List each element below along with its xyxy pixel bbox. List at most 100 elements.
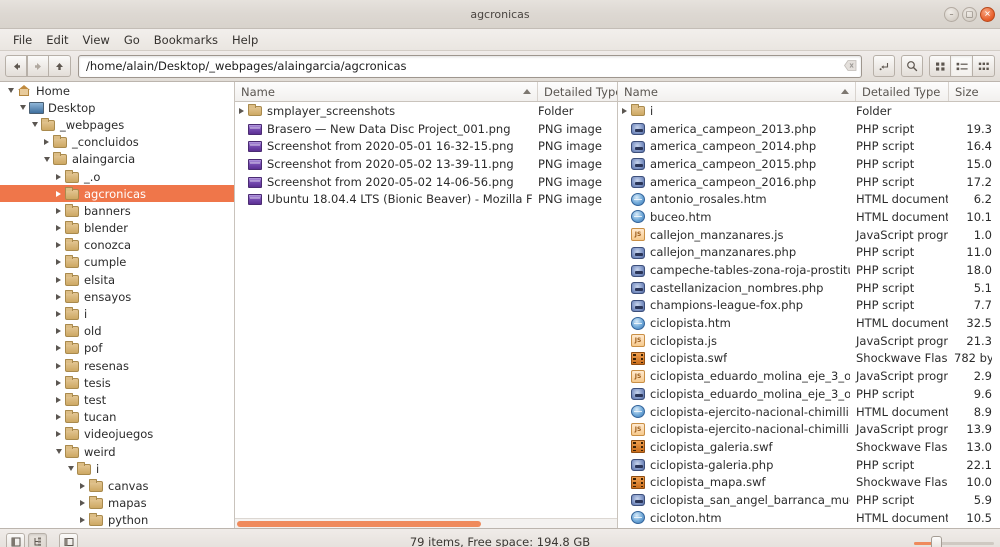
sidebar-item-banners[interactable]: banners bbox=[0, 202, 234, 219]
sidebar-item-blender[interactable]: blender bbox=[0, 220, 234, 237]
table-row[interactable]: ciclopista-ejercito-nacional-chimilli.ht… bbox=[618, 403, 1000, 421]
chevron-right-icon[interactable] bbox=[52, 431, 65, 438]
file-list-mid[interactable]: smplayer_screenshots Folder Brasero — New … bbox=[235, 102, 617, 518]
sidebar-item-canvas[interactable]: canvas bbox=[0, 477, 234, 494]
table-row[interactable]: buceo.htm HTML document 10.1 bbox=[618, 208, 1000, 226]
sidebar-item-resenas[interactable]: resenas bbox=[0, 357, 234, 374]
chevron-right-icon[interactable] bbox=[52, 293, 65, 300]
column-header-size-right[interactable]: Size bbox=[949, 82, 1000, 101]
table-row[interactable]: Ubuntu 18.04.4 LTS (Bionic Beaver) - Moz… bbox=[235, 190, 617, 208]
back-button[interactable] bbox=[5, 55, 27, 77]
sidebar-item-agcronicas[interactable]: agcronicas bbox=[0, 185, 234, 203]
table-row[interactable]: antonio_rosales.htm HTML document 6.2 bbox=[618, 190, 1000, 208]
zoom-slider[interactable] bbox=[914, 533, 994, 547]
chevron-right-icon[interactable] bbox=[52, 396, 65, 403]
column-header-type-right[interactable]: Detailed Type bbox=[856, 82, 949, 101]
chevron-down-icon[interactable] bbox=[64, 466, 77, 472]
table-row[interactable]: america_campeon_2016.php PHP script 17.2 bbox=[618, 173, 1000, 191]
table-row[interactable]: champions-league-fox.php PHP script 7.7 bbox=[618, 297, 1000, 315]
chevron-right-icon[interactable] bbox=[52, 328, 65, 335]
table-row[interactable]: ciclopista-galeria.php PHP script 22.1 bbox=[618, 456, 1000, 474]
chevron-down-icon[interactable] bbox=[16, 105, 29, 111]
menu-edit[interactable]: Edit bbox=[39, 31, 75, 49]
table-row[interactable]: america_campeon_2015.php PHP script 15.0 bbox=[618, 155, 1000, 173]
sidebar-item-videojuegos[interactable]: videojuegos bbox=[0, 426, 234, 443]
column-header-name-mid[interactable]: Name bbox=[235, 82, 538, 101]
sidebar-item-ensayos[interactable]: ensayos bbox=[0, 288, 234, 305]
chevron-down-icon[interactable] bbox=[40, 156, 53, 162]
sidebar-item-alaingarcia[interactable]: alaingarcia bbox=[0, 151, 234, 168]
clear-text-icon[interactable] bbox=[844, 59, 857, 73]
scrollbar-thumb[interactable] bbox=[237, 521, 482, 527]
sidebar-item-mapas[interactable]: mapas bbox=[0, 495, 234, 512]
table-row[interactable]: campeche-tables-zona-roja-prostitucio… PH… bbox=[618, 261, 1000, 279]
chevron-right-icon[interactable] bbox=[52, 276, 65, 283]
sidebar-item-cumple[interactable]: cumple bbox=[0, 254, 234, 271]
menu-file[interactable]: File bbox=[6, 31, 39, 49]
table-row[interactable]: JSciclopista_eduardo_molina_eje_3_orie…J… bbox=[618, 367, 1000, 385]
sidebar-item-elsita[interactable]: elsita bbox=[0, 271, 234, 288]
close-button[interactable]: ✕ bbox=[980, 7, 995, 22]
chevron-right-icon[interactable] bbox=[76, 500, 89, 507]
sidebar-item-desktop[interactable]: Desktop bbox=[0, 99, 234, 116]
table-row[interactable]: Brasero — New Data Disc Project_001.png P… bbox=[235, 120, 617, 138]
up-button[interactable] bbox=[49, 55, 71, 77]
icon-pane-button[interactable] bbox=[6, 532, 25, 547]
file-list-right[interactable]: i Folder america_campeon_2013.php PHP scrip… bbox=[618, 102, 1000, 528]
table-row[interactable]: ciclopista_san_angel_barranca_muerto… PHP… bbox=[618, 491, 1000, 509]
chevron-right-icon[interactable] bbox=[235, 107, 248, 114]
sidebar-item-i[interactable]: i bbox=[0, 460, 234, 477]
chevron-right-icon[interactable] bbox=[618, 107, 631, 114]
chevron-down-icon[interactable] bbox=[52, 449, 65, 455]
table-row[interactable]: ciclopista.htm HTML document 32.5 bbox=[618, 314, 1000, 332]
table-row[interactable]: america_campeon_2014.php PHP script 16.4 bbox=[618, 137, 1000, 155]
sidebar-item-home[interactable]: Home bbox=[0, 82, 234, 99]
chevron-right-icon[interactable] bbox=[76, 482, 89, 489]
sidebar-item-conozca[interactable]: conozca bbox=[0, 237, 234, 254]
table-row[interactable]: ciclopista.swf Shockwave Flash file 782 by bbox=[618, 350, 1000, 368]
compact-view-button[interactable] bbox=[973, 55, 995, 77]
sidebar-item-tucan[interactable]: tucan bbox=[0, 409, 234, 426]
chevron-right-icon[interactable] bbox=[52, 345, 65, 352]
location-input[interactable]: /home/alain/Desktop/_webpages/alaingarci… bbox=[86, 59, 844, 73]
chevron-right-icon[interactable] bbox=[52, 414, 65, 421]
sidebar-toggle-button[interactable] bbox=[59, 532, 78, 547]
table-row[interactable]: smplayer_screenshots Folder bbox=[235, 102, 617, 120]
sidebar-item-tesis[interactable]: tesis bbox=[0, 374, 234, 391]
table-row[interactable]: cicloton.htm HTML document 10.5 bbox=[618, 509, 1000, 527]
table-row[interactable]: castellanizacion_nombres.php PHP script 5.… bbox=[618, 279, 1000, 297]
sidebar-item-old[interactable]: old bbox=[0, 323, 234, 340]
column-header-name-right[interactable]: Name bbox=[618, 82, 856, 101]
table-row[interactable]: JS callejon_manzanares.js JavaScript progr… bbox=[618, 226, 1000, 244]
chevron-right-icon[interactable] bbox=[52, 173, 65, 180]
chevron-right-icon[interactable] bbox=[52, 311, 65, 318]
icon-view-button[interactable] bbox=[929, 55, 951, 77]
table-row[interactable]: i Folder bbox=[618, 102, 1000, 120]
menu-view[interactable]: View bbox=[76, 31, 117, 49]
sidebar-item-i[interactable]: i bbox=[0, 305, 234, 322]
search-button[interactable] bbox=[901, 55, 923, 77]
horizontal-scrollbar-mid[interactable] bbox=[235, 518, 617, 528]
chevron-down-icon[interactable] bbox=[4, 88, 17, 94]
sidebar-item-pof[interactable]: pof bbox=[0, 340, 234, 357]
toggle-location-entry-button[interactable] bbox=[873, 55, 895, 77]
zoom-slider-thumb[interactable] bbox=[931, 535, 942, 547]
tree-pane-button[interactable] bbox=[28, 532, 47, 547]
chevron-right-icon[interactable] bbox=[52, 190, 65, 197]
chevron-down-icon[interactable] bbox=[28, 122, 41, 128]
sidebar-item-test[interactable]: test bbox=[0, 391, 234, 408]
chevron-right-icon[interactable] bbox=[52, 259, 65, 266]
table-row[interactable]: JS ciclopista.js JavaScript program 21.3 bbox=[618, 332, 1000, 350]
sidebar-item--concluidos[interactable]: _concluidos bbox=[0, 134, 234, 151]
maximize-button[interactable]: □ bbox=[962, 7, 977, 22]
column-header-type-mid[interactable]: Detailed Type bbox=[538, 82, 617, 101]
sidebar-item-python[interactable]: python bbox=[0, 512, 234, 528]
table-row[interactable]: ciclopista_eduardo_molina_eje_3_orie… PHP… bbox=[618, 385, 1000, 403]
table-row[interactable]: ciclopista_galeria.swf Shockwave Flash fi… bbox=[618, 438, 1000, 456]
places-tree-sidebar[interactable]: Home Desktop _webpages _concluidos alaingarc… bbox=[0, 82, 235, 528]
table-row[interactable]: ciclopista_mapa.swf Shockwave Flash file 1… bbox=[618, 473, 1000, 491]
list-view-button[interactable] bbox=[951, 55, 973, 77]
chevron-right-icon[interactable] bbox=[40, 139, 53, 146]
chevron-right-icon[interactable] bbox=[52, 379, 65, 386]
table-row[interactable]: Screenshot from 2020-05-01 16-32-15.png P… bbox=[235, 137, 617, 155]
